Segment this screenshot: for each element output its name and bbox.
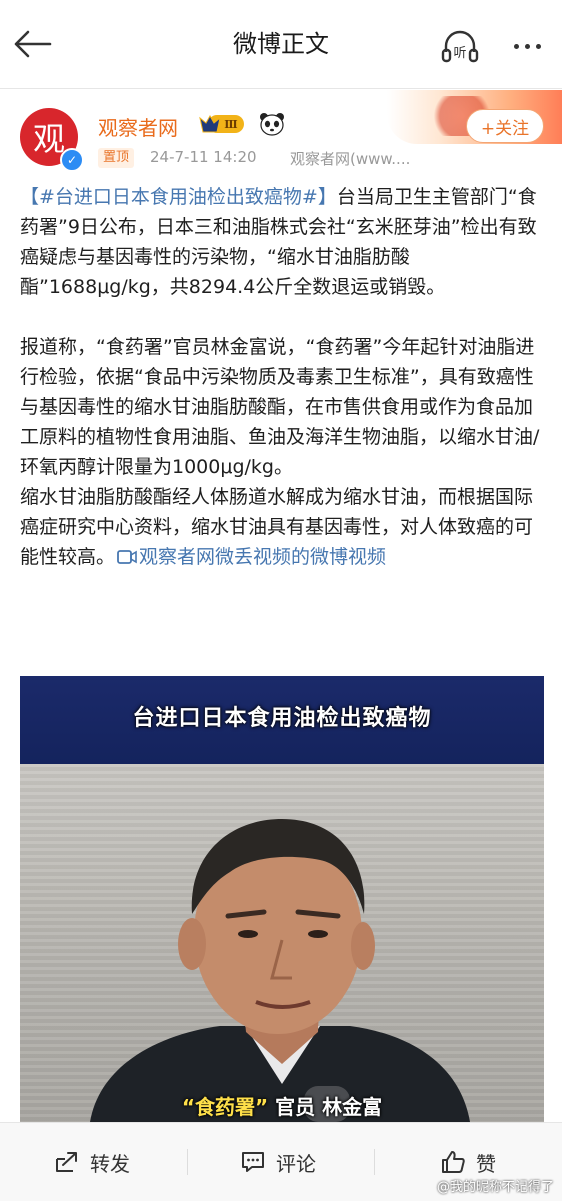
post-source[interactable]: 观察者网(www.... [290, 148, 410, 169]
more-dot [524, 43, 530, 49]
video-link-text[interactable]: 观察者网微丢视频的微博视频 [139, 546, 386, 568]
post-paragraph-1: 【#台进口日本食用油检出致癌物#】台当局卫生主管部门“食药署”9日公布，日本三和… [20, 182, 546, 302]
pinned-badge: 置顶 [98, 148, 135, 168]
repost-button[interactable]: 转发 [54, 1145, 130, 1179]
vip-badge-icon[interactable]: Ⅲ [198, 112, 246, 136]
comment-button[interactable]: 评论 [240, 1145, 316, 1179]
more-dot [535, 43, 541, 49]
post-time: 24-7-11 14:20 [150, 148, 257, 166]
listen-label: 听 [453, 46, 466, 61]
vip-level: Ⅲ [224, 118, 237, 131]
listen-button[interactable]: 听 [440, 26, 480, 66]
follow-button[interactable]: +关注 [466, 109, 544, 143]
video-link[interactable]: 观察者网微丢视频的微博视频 [115, 546, 386, 568]
like-label: 赞 [476, 1151, 496, 1176]
post-body: 【#台进口日本食用油检出致癌物#】台当局卫生主管部门“食药署”9日公布，日本三和… [20, 182, 546, 572]
author-name[interactable]: 观察者网 [98, 112, 178, 141]
video-link-icon [117, 550, 137, 564]
video-title-text: 台进口日本食用油检出致癌物 [132, 706, 432, 731]
thumbs-up-icon [442, 1151, 465, 1173]
divider [187, 1149, 188, 1175]
video-player[interactable]: 台进口日本食用油检出致癌物 “食药署” 官员 林金富 [20, 676, 544, 1122]
verified-badge-icon: ✓ [60, 148, 84, 172]
comment-icon [242, 1152, 264, 1172]
divider [374, 1149, 375, 1175]
like-button[interactable]: 赞 [440, 1145, 496, 1179]
repost-icon [56, 1152, 77, 1172]
watermark: @我的昵称不记得了 [436, 1180, 554, 1195]
video-caption: “食药署” 官员 林金富 [20, 1091, 544, 1120]
caption-quote: “食药署” [181, 1095, 269, 1119]
author-header: 观 ✓ 观察者网 Ⅲ +关注 置顶 24-7-11 14:20 观察者网(www… [0, 88, 562, 178]
top-bar: 微博正文 听 [0, 0, 562, 89]
more-dots-icon [513, 43, 519, 49]
post-paragraph-2: 报道称，“食药署”官员林金富说，“食药署”今年起针对油脂进行检验，依据“食品中污… [20, 336, 540, 478]
panda-icon [258, 110, 286, 138]
hashtag-link[interactable]: 【#台进口日本食用油检出致癌物#】 [20, 186, 337, 208]
speaker-image [90, 819, 470, 1122]
headphones-icon: 听 [441, 30, 479, 63]
avatar-text: 观 [32, 120, 65, 158]
comment-label: 评论 [276, 1151, 316, 1176]
repost-label: 转发 [90, 1151, 130, 1176]
action-bar: 转发 评论 赞 @我的昵称不记得了 [0, 1122, 562, 1201]
caption-name: 官员 林金富 [275, 1095, 383, 1119]
more-options-button[interactable] [505, 26, 549, 66]
video-title-banner: 台进口日本食用油检出致癌物 [20, 676, 544, 764]
post-paragraph-3: 缩水甘油脂肪酸酯经人体肠道水解成为缩水甘油，而根据国际癌症研究中心资料，缩水甘油… [20, 482, 546, 572]
